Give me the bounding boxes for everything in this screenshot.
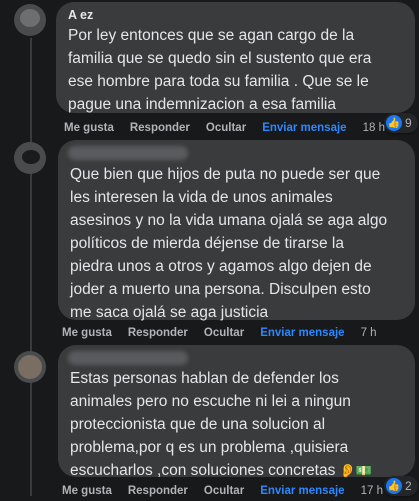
reaction-badge[interactable]: 👍 2 (384, 476, 418, 496)
comment-text-body: Estas personas hablan de defender los an… (70, 370, 351, 479)
send-message-button[interactable]: Enviar mensaje (260, 485, 344, 501)
avatar[interactable] (14, 4, 46, 36)
reaction-badge[interactable]: 👍 9 (384, 113, 418, 133)
reaction-count: 9 (405, 116, 412, 130)
comment-text: Que bien que hijos de puta no puede ser … (70, 166, 388, 321)
avatar[interactable] (14, 351, 46, 383)
comment-actions: Me gusta Responder Ocultar Enviar mensaj… (62, 327, 377, 343)
comment-bubble: A ez Por ley entonces que se agan cargo … (56, 2, 415, 113)
reply-button[interactable]: Responder (128, 327, 188, 343)
send-message-button[interactable]: Enviar mensaje (262, 122, 346, 138)
comment-bubble: Que bien que hijos de puta no puede ser … (58, 140, 415, 321)
comment-author[interactable] (68, 146, 188, 160)
reply-button[interactable]: Responder (130, 122, 190, 138)
comment-bubble: Estas personas hablan de defender los an… (58, 345, 415, 479)
comment-text: Por ley entonces que se agan cargo de la… (68, 27, 372, 113)
hide-button[interactable]: Ocultar (206, 122, 246, 138)
hide-button[interactable]: Ocultar (204, 327, 244, 343)
timestamp[interactable]: 18 h (363, 122, 385, 138)
comment-text: Estas personas hablan de defender los an… (70, 367, 403, 482)
like-button[interactable]: Me gusta (62, 485, 112, 501)
send-message-button[interactable]: Enviar mensaje (260, 327, 344, 343)
hide-button[interactable]: Ocultar (204, 485, 244, 501)
comment-author[interactable] (68, 351, 188, 365)
reply-button[interactable]: Responder (128, 485, 188, 501)
timestamp[interactable]: 7 h (361, 327, 377, 343)
comment-actions: Me gusta Responder Ocultar Enviar mensaj… (62, 485, 383, 501)
thumbs-up-icon: 👍 (386, 478, 402, 494)
comment-actions: Me gusta Responder Ocultar Enviar mensaj… (64, 122, 385, 138)
timestamp[interactable]: 17 h (361, 485, 383, 501)
like-button[interactable]: Me gusta (62, 327, 112, 343)
like-button[interactable]: Me gusta (64, 122, 114, 138)
avatar[interactable] (14, 142, 46, 174)
ear-money-emoji: 👂💵 (339, 463, 373, 478)
reaction-count: 2 (405, 479, 412, 493)
thumbs-up-icon: 👍 (386, 115, 402, 131)
comment-author[interactable]: A ez (68, 8, 93, 24)
thread-line (30, 38, 32, 496)
